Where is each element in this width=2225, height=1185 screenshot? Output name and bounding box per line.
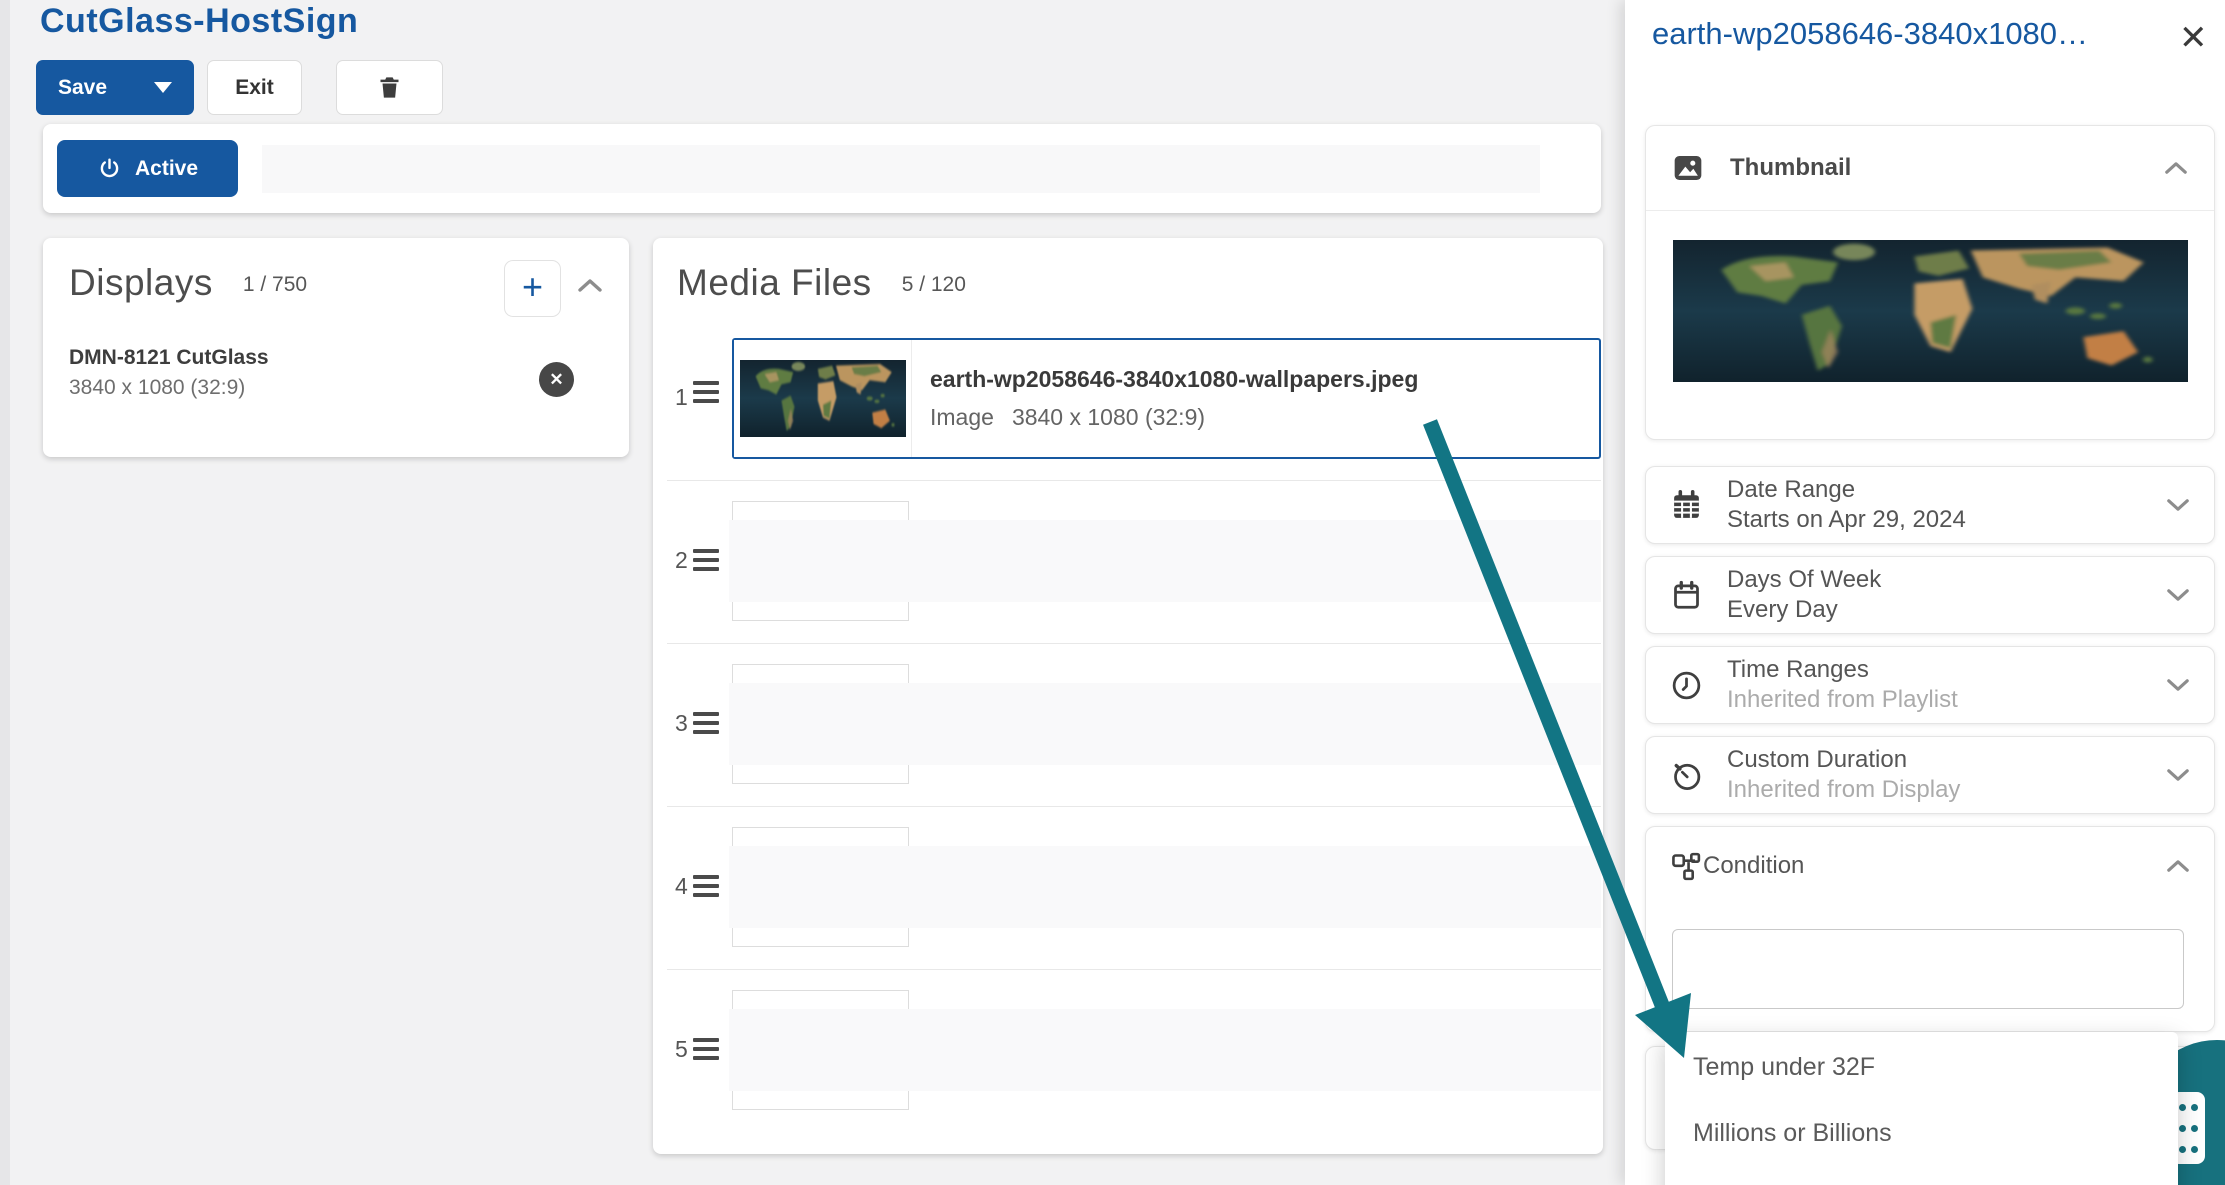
remove-display-button[interactable]: ✕ [539,362,574,397]
condition-title: Condition [1703,852,1805,879]
drag-handle-icon[interactable] [693,712,719,739]
display-name: DMN-8121 CutGlass [69,346,269,369]
chevron-down-icon [2167,499,2189,511]
media-row-number: 1 [675,384,688,410]
media-filename: earth-wp2058646-3840x1080-wallpapers.jpe… [930,366,1419,392]
drag-handle-icon[interactable] [693,549,719,576]
delete-button[interactable] [336,60,443,115]
days-of-week-title: Days Of Week [1727,566,1882,593]
collapse-displays-button[interactable] [577,278,603,293]
row-divider [667,480,1601,481]
loading-skeleton [729,846,1601,928]
media-dimensions: 3840 x 1080 (32:9) [1011,404,1206,430]
dropdown-option-temp[interactable]: Temp under 32F [1665,1034,2178,1100]
days-of-week-section[interactable]: Days Of Week Every Day [1645,556,2215,634]
status-skeleton [262,145,1540,193]
thumbnail-section-header[interactable]: Thumbnail [1646,126,2214,211]
display-resolution: 3840 x 1080 (32:9) [69,376,246,399]
media-row-number: 2 [675,547,688,573]
thumbnail-section: Thumbnail [1645,125,2215,440]
media-row-number: 3 [675,710,688,736]
chevron-up-icon [2165,162,2187,174]
save-label: Save [58,75,108,99]
media-thumbnail-cell [734,340,912,457]
custom-duration-section[interactable]: Custom Duration Inherited from Display [1645,736,2215,814]
condition-dropdown: Temp under 32F Millions or Billions [1665,1032,2178,1185]
exit-button[interactable]: Exit [207,60,302,115]
row-divider [667,806,1601,807]
condition-input[interactable] [1672,929,2184,1009]
add-display-button[interactable]: + [504,260,561,317]
chevron-down-icon [2167,679,2189,691]
loading-skeleton [729,1009,1601,1091]
date-range-section[interactable]: Starts on Apr 29, 2024 Date Range Starts… [1645,466,2215,544]
media-title: Media Files [677,262,872,303]
media-meta: Image 3840 x 1080 (32:9) [930,404,1418,431]
earth-thumbnail-image [740,360,906,437]
displays-header: Displays 1 / 750 [69,262,307,304]
media-row-selected[interactable]: earth-wp2058646-3840x1080-wallpapers.jpe… [732,338,1601,459]
row-divider [667,969,1601,970]
time-ranges-title: Time Ranges [1727,656,1869,683]
dropdown-option-millions[interactable]: Millions or Billions [1665,1100,2178,1166]
condition-section: Condition [1645,826,2215,1032]
clock-icon [1672,671,1701,699]
playlist-editor-page: CutGlass-HostSign Save Exit Active Displ… [0,0,2225,1185]
media-header: Media Files 5 / 120 [677,262,966,304]
displays-title: Displays [69,262,213,303]
chevron-up-icon [2167,860,2189,872]
chevron-up-icon [578,279,602,292]
media-row-number: 4 [675,873,688,899]
media-count: 5 / 120 [901,273,966,296]
date-range-value: Starts on Apr 29, 2024 [1727,506,1966,533]
power-icon [100,158,119,178]
displays-count: 1 / 750 [242,273,308,296]
active-toggle-button[interactable]: Active [57,140,238,197]
media-files-panel: Media Files 5 / 120 1 earth-wp2058646-38… [653,238,1603,1154]
thumbnail-preview [1646,240,2214,382]
custom-duration-title: Custom Duration [1727,746,1908,773]
calendar-grid-icon [1674,489,1699,518]
status-bar: Active [43,124,1601,213]
close-panel-button[interactable]: ✕ [2173,20,2214,56]
save-button[interactable]: Save [36,60,194,115]
condition-icon [1672,852,1701,880]
chevron-down-icon [2167,589,2189,601]
calendar-icon [1674,580,1699,609]
days-of-week-value: Every Day [1727,596,1838,623]
media-type: Image [930,404,994,430]
row-divider [667,643,1601,644]
details-title: earth-wp2058646-3840x1080… [1652,16,2089,51]
drag-handle-icon[interactable] [693,875,719,902]
media-details-panel: earth-wp2058646-3840x1080… ✕ Thumbnail S… [1625,0,2225,1185]
active-label: Active [134,156,199,180]
window-edge-strip [0,0,10,1185]
time-ranges-section[interactable]: Time Ranges Inherited from Playlist [1645,646,2215,724]
displays-panel: Displays 1 / 750 + DMN-8121 CutGlass 384… [43,238,629,457]
exit-label: Exit [235,75,274,99]
drag-handle-icon[interactable] [693,381,719,408]
drag-handle-icon[interactable] [693,1038,719,1065]
loading-skeleton [729,683,1601,765]
image-icon [1674,156,1702,180]
chevron-down-icon [2167,769,2189,781]
timer-icon [1674,763,1701,790]
loading-skeleton [729,520,1601,602]
media-row-number: 5 [675,1036,688,1062]
time-ranges-value: Inherited from Playlist [1727,686,1958,713]
date-range-title: Date Range [1727,476,1856,503]
caret-down-icon [154,82,172,93]
custom-duration-value: Inherited from Display [1727,776,1961,803]
trash-icon [380,77,399,98]
thumbnail-label: Thumbnail [1730,154,1852,181]
condition-section-header[interactable]: Condition [1646,827,2214,905]
page-title: CutGlass-HostSign [40,2,359,40]
